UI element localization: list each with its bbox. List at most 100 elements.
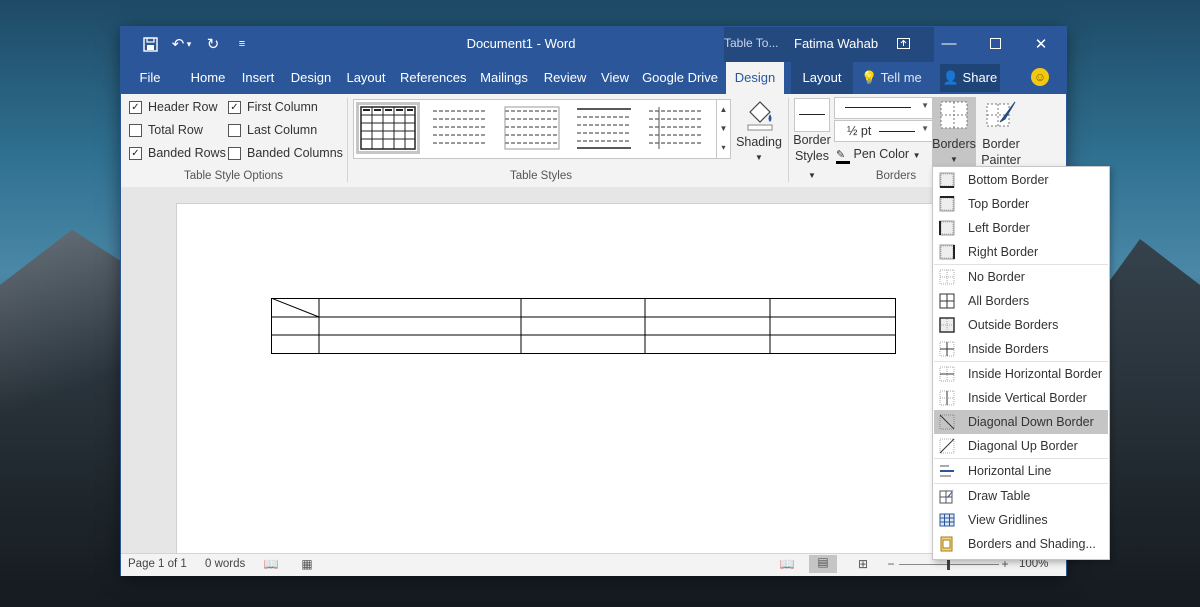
feedback-smiley-icon[interactable]: ☺ <box>1031 68 1049 86</box>
horizontal-line-icon <box>939 463 955 479</box>
table-styles-gallery <box>353 99 718 159</box>
lightbulb-icon: 💡 <box>861 70 878 85</box>
tell-me-search[interactable]: 💡 Tell me <box>861 62 922 94</box>
pen-color-label: Pen Color <box>853 147 910 161</box>
menu-item-label: Bottom Border <box>968 173 1049 187</box>
web-layout-icon[interactable]: ⊞ <box>855 557 871 571</box>
gallery-more-icon[interactable]: ▾ <box>717 138 730 157</box>
pen-weight-select[interactable]: ½ pt ▼ <box>834 120 933 142</box>
table-style-options-group-label: Table Style Options <box>183 170 284 182</box>
border-styles-dropdown-icon: ▼ <box>808 171 816 180</box>
maximize-icon[interactable] <box>972 27 1018 60</box>
menu-item-horizontal-line[interactable]: Horizontal Line <box>934 459 1108 483</box>
tell-me-label: Tell me <box>880 70 922 85</box>
tab-design[interactable]: Design <box>287 62 335 94</box>
table-style-plain-2[interactable] <box>503 105 561 151</box>
menu-item-label: Inside Vertical Border <box>968 391 1087 405</box>
last-column-label: Last Column <box>247 123 318 137</box>
option-last-column[interactable]: Last Column <box>228 121 317 139</box>
menu-item-bottom-border[interactable]: Bottom Border <box>934 168 1108 192</box>
draw-table-icon <box>939 488 955 504</box>
menu-item-draw-table[interactable]: Draw Table <box>934 484 1108 508</box>
minimize-icon[interactable]: — <box>926 27 972 60</box>
tab-google-drive[interactable]: Google Drive <box>641 62 719 94</box>
zoom-slider-thumb[interactable] <box>947 559 950 570</box>
tab-layout[interactable]: Layout <box>343 62 389 94</box>
borders-button[interactable]: Borders ▼ <box>932 97 976 167</box>
redo-icon[interactable]: ↻ <box>204 35 222 53</box>
banded-columns-checkbox[interactable] <box>228 146 241 160</box>
page-count[interactable]: Page 1 of 1 <box>128 558 187 570</box>
word-count[interactable]: 0 words <box>205 558 245 570</box>
menu-item-outside-borders[interactable]: Outside Borders <box>934 313 1108 337</box>
table-style-plain-4[interactable] <box>647 105 705 151</box>
menu-item-top-border[interactable]: Top Border <box>934 192 1108 216</box>
pen-weight-value: ½ pt <box>847 124 872 138</box>
document-page[interactable] <box>177 204 1017 564</box>
gallery-scroll-down-icon[interactable]: ▼ <box>717 119 730 138</box>
option-first-column[interactable]: ✓ First Column <box>228 98 318 116</box>
shading-label: Shading <box>736 135 782 149</box>
menu-item-left-border[interactable]: Left Border <box>934 216 1108 240</box>
zoom-out-icon[interactable]: − <box>883 557 899 571</box>
user-name[interactable]: Fatima Wahab <box>794 36 878 51</box>
border-painter-button[interactable]: Border Painter <box>978 98 1024 168</box>
tab-table-design[interactable]: Design <box>726 62 784 94</box>
menu-item-right-border[interactable]: Right Border <box>934 240 1108 264</box>
option-total-row[interactable]: Total Row <box>129 121 203 139</box>
menu-item-label: All Borders <box>968 294 1030 308</box>
shading-button[interactable]: Shading ▼ <box>733 98 785 164</box>
tab-review[interactable]: Review <box>541 62 589 94</box>
first-column-checkbox[interactable]: ✓ <box>228 100 241 114</box>
table-style-plain-1[interactable] <box>431 105 489 151</box>
menu-item-borders-and-shading[interactable]: Borders and Shading... <box>934 532 1108 556</box>
tab-insert[interactable]: Insert <box>238 62 278 94</box>
borders-label: Borders <box>932 137 976 151</box>
tab-view[interactable]: View <box>596 62 634 94</box>
customize-quick-access-icon[interactable]: ≡ <box>233 35 251 53</box>
menu-item-inside-borders[interactable]: Inside Borders <box>934 337 1108 361</box>
menu-item-diagonal-up-border[interactable]: Diagonal Up Border <box>934 434 1108 458</box>
pen-color-dropdown-icon: ▼ <box>912 151 921 160</box>
read-mode-icon[interactable]: 📖 <box>779 557 795 571</box>
menu-item-view-gridlines[interactable]: View Gridlines <box>934 508 1108 532</box>
banded-rows-checkbox[interactable]: ✓ <box>129 146 142 160</box>
tab-references[interactable]: References <box>400 62 466 94</box>
option-banded-rows[interactable]: ✓ Banded Rows <box>129 144 226 162</box>
table-style-plain-3[interactable] <box>575 105 633 151</box>
pen-color-button[interactable]: ✎ Pen Color ▼ <box>836 147 920 164</box>
border-styles-button[interactable]: Border Styles ▼ <box>791 98 833 180</box>
document-table[interactable] <box>271 298 897 356</box>
save-icon[interactable] <box>141 35 159 53</box>
menu-item-no-border[interactable]: No Border <box>934 265 1108 289</box>
tab-mailings[interactable]: Mailings <box>477 62 531 94</box>
share-button[interactable]: 👤 Share <box>940 64 1000 92</box>
menu-item-inside-vertical-border[interactable]: Inside Vertical Border <box>934 386 1108 410</box>
border-styles-label-1: Border <box>793 133 831 147</box>
last-column-checkbox[interactable] <box>228 123 241 137</box>
header-row-label: Header Row <box>148 100 218 114</box>
header-row-checkbox[interactable]: ✓ <box>129 100 142 114</box>
total-row-checkbox[interactable] <box>129 123 142 137</box>
option-header-row[interactable]: ✓ Header Row <box>129 98 217 116</box>
close-icon[interactable]: ✕ <box>1018 27 1064 60</box>
tab-table-layout[interactable]: Layout <box>791 62 853 94</box>
option-banded-columns[interactable]: Banded Columns <box>228 144 343 162</box>
menu-item-inside-horizontal-border[interactable]: Inside Horizontal Border <box>934 362 1108 386</box>
outside-borders-icon <box>939 317 955 333</box>
left-border-icon <box>939 220 955 236</box>
undo-dropdown-icon[interactable]: ▾ <box>185 35 193 53</box>
proofing-icon[interactable]: 📖 <box>263 557 279 571</box>
inside-borders-icon <box>939 341 955 357</box>
menu-item-diagonal-down-border[interactable]: Diagonal Down Border <box>934 410 1108 434</box>
tab-file[interactable]: File <box>129 62 171 94</box>
print-layout-icon[interactable]: ▤ <box>809 555 837 573</box>
pen-style-select[interactable]: ▼ <box>834 97 933 119</box>
tab-home[interactable]: Home <box>185 62 231 94</box>
menu-item-all-borders[interactable]: All Borders <box>934 289 1108 313</box>
ribbon-display-options-icon[interactable] <box>880 27 926 60</box>
table-style-grid[interactable] <box>356 102 420 154</box>
macro-icon[interactable]: ▦ <box>299 557 315 571</box>
gallery-scroll-up-icon[interactable]: ▲ <box>717 100 730 119</box>
gallery-scroll: ▲ ▼ ▾ <box>716 99 731 159</box>
